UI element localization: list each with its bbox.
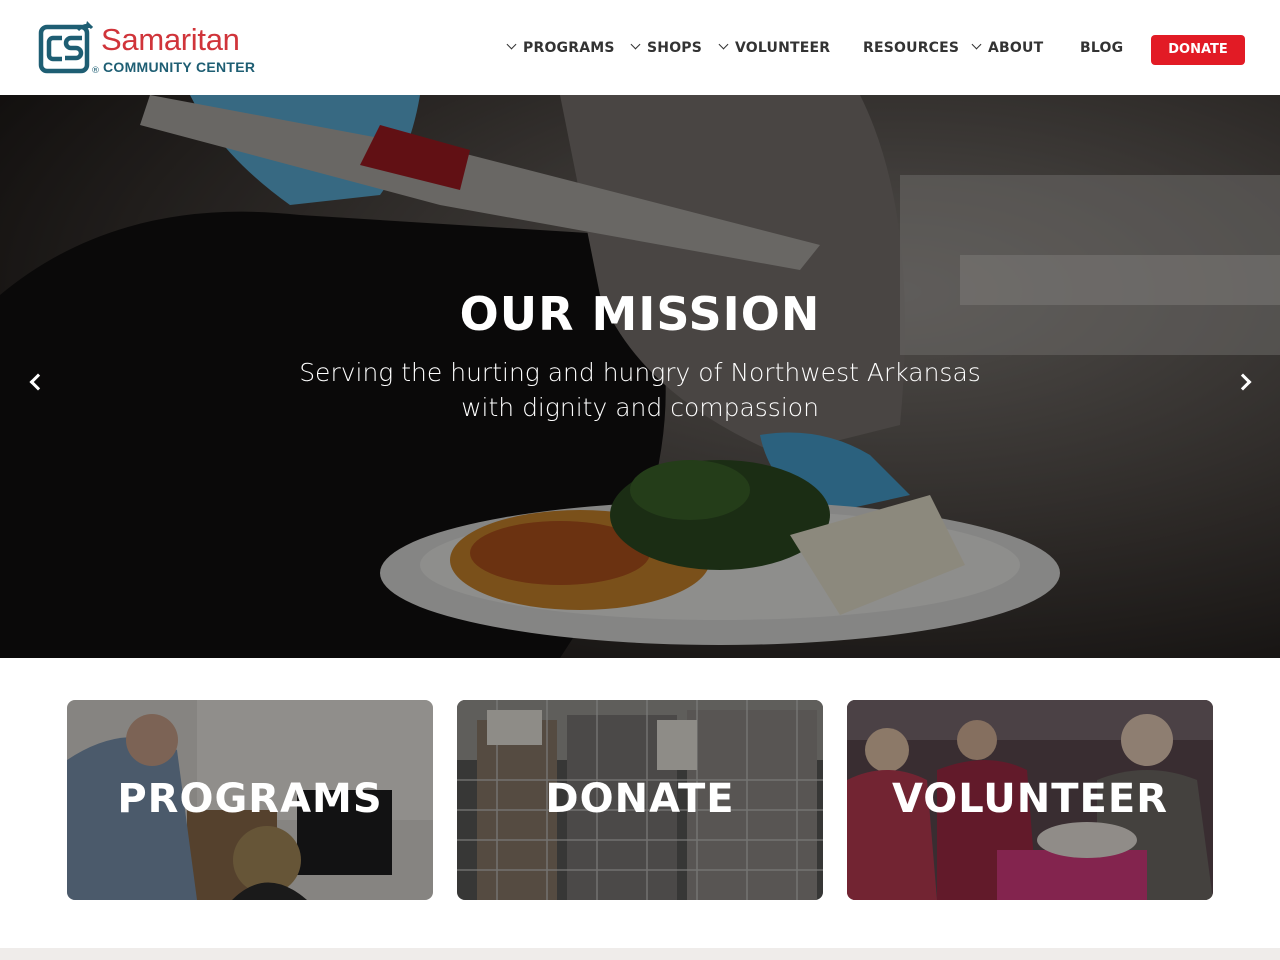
programs-card[interactable]: PROGRAMS <box>67 700 433 900</box>
nav-item-volunteer[interactable]: VOLUNTEER <box>718 39 831 60</box>
nav-item-blog[interactable]: BLOG <box>1080 40 1123 60</box>
card-label: PROGRAMS <box>117 776 383 822</box>
registered-mark: ® <box>91 66 100 76</box>
brand-subtitle: COMMUNITY CENTER <box>103 59 256 75</box>
volunteer-card[interactable]: VOLUNTEER <box>847 700 1213 900</box>
nav-label: SHOPS <box>647 40 703 56</box>
hero-subtitle: Serving the hurting and hungry of Northw… <box>299 358 981 422</box>
card-label: VOLUNTEER <box>891 776 1168 822</box>
nav-label: ABOUT <box>988 40 1044 56</box>
nav-label: BLOG <box>1080 40 1124 56</box>
nav-item-about[interactable]: ABOUT <box>971 39 1044 60</box>
chevron-left-icon <box>29 373 47 391</box>
chevron-down-icon <box>718 39 729 50</box>
card-label: DONATE <box>545 776 735 822</box>
brand-name: Samaritan <box>101 22 240 57</box>
samaritan-logo-icon <box>38 21 94 74</box>
slider-next-button[interactable] <box>1234 370 1258 394</box>
donate-button[interactable]: DONATE <box>1151 35 1245 65</box>
chevron-right-icon <box>1234 373 1252 391</box>
site-logo[interactable]: Samaritan ® COMMUNITY CENTER <box>38 18 268 78</box>
footer-strip <box>0 948 1280 960</box>
nav-item-shops[interactable]: SHOPS <box>630 39 703 60</box>
nav-item-resources[interactable]: RESOURCES <box>863 40 959 60</box>
hero-title: OUR MISSION <box>459 287 821 341</box>
chevron-down-icon <box>630 39 641 50</box>
chevron-down-icon <box>506 39 517 50</box>
hero-slider: OUR MISSION Serving the hurting and hung… <box>0 95 1280 658</box>
site-header: Samaritan ® COMMUNITY CENTER PROGRAMS SH… <box>0 0 1280 95</box>
chevron-down-icon <box>971 39 982 50</box>
nav-item-programs[interactable]: PROGRAMS <box>506 39 615 60</box>
slider-prev-button[interactable] <box>24 370 48 394</box>
donate-card[interactable]: DONATE <box>457 700 823 900</box>
nav-label: RESOURCES <box>863 40 960 56</box>
nav-label: VOLUNTEER <box>735 40 831 56</box>
nav-label: PROGRAMS <box>523 40 615 56</box>
